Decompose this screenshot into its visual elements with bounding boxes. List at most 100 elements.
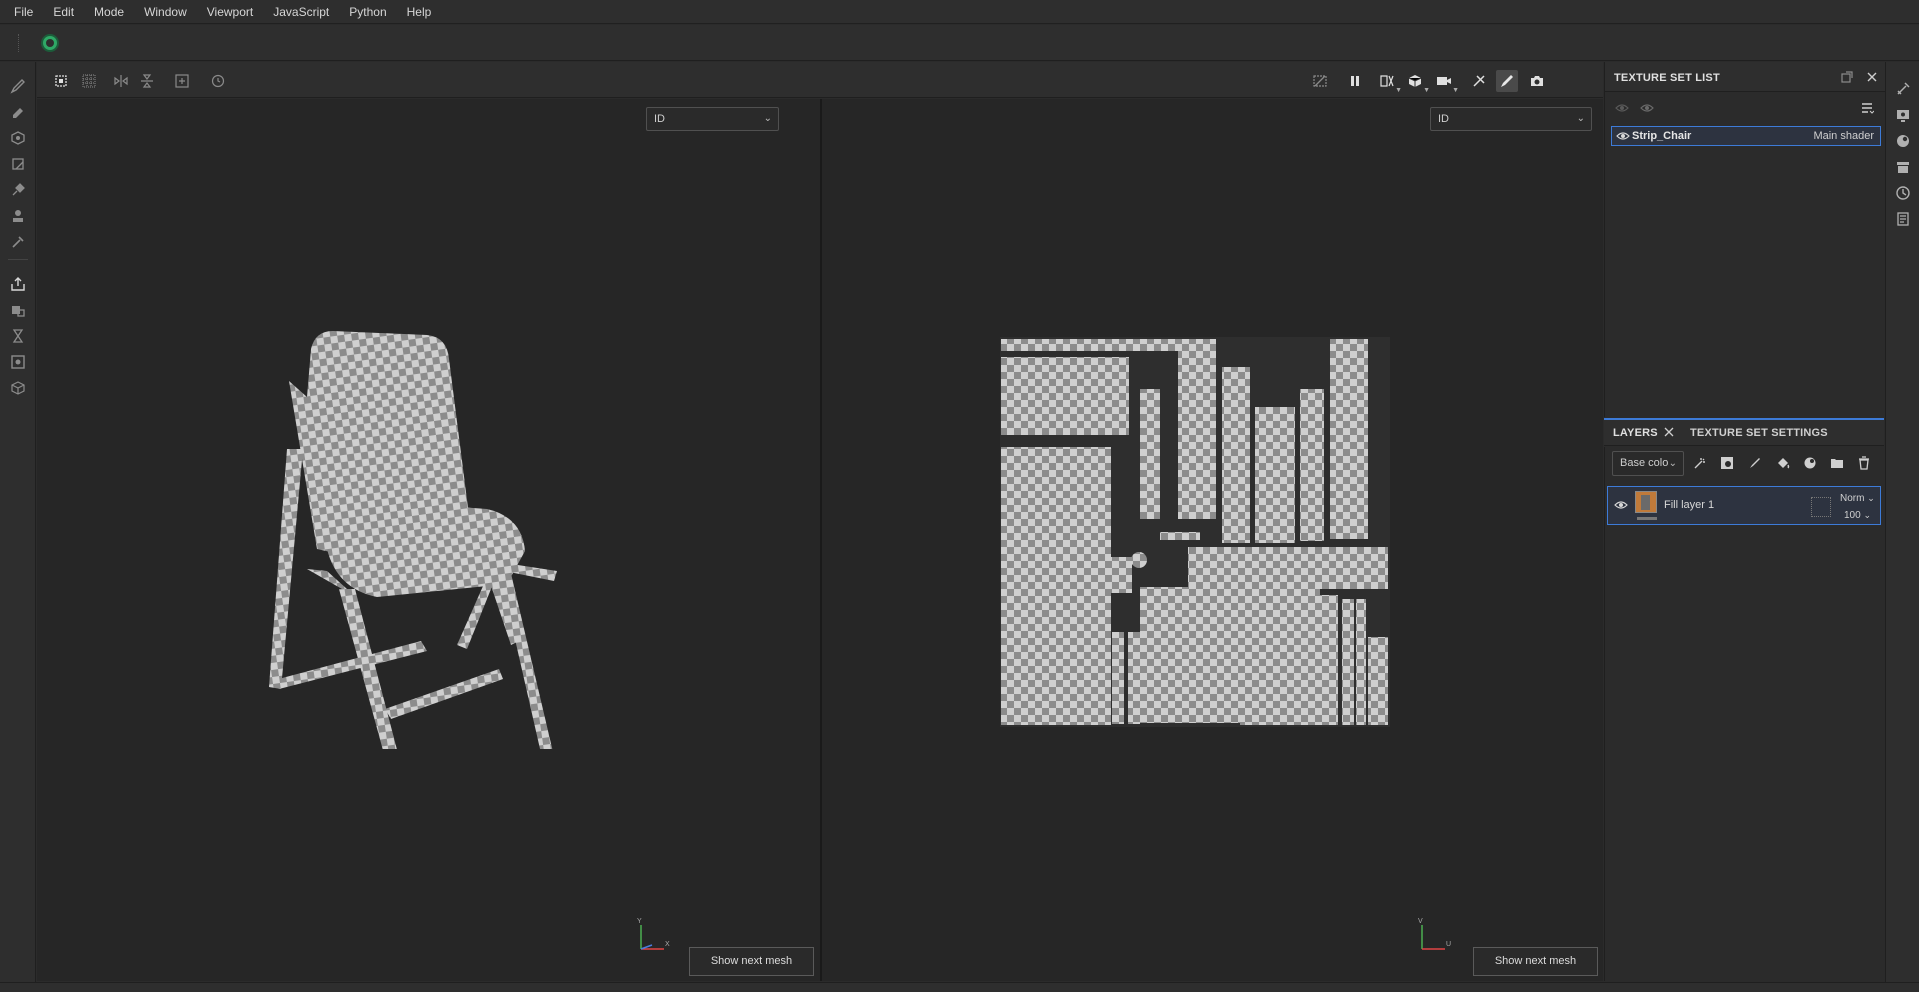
menu-file[interactable]: File <box>4 0 43 24</box>
menu-viewport[interactable]: Viewport <box>197 0 263 24</box>
chair-mesh-preview <box>269 331 557 749</box>
folder-icon[interactable] <box>1827 453 1847 473</box>
clone-stamp-icon[interactable] <box>8 206 28 226</box>
bake-icon[interactable] <box>8 300 28 320</box>
axis-x-label: X <box>665 941 670 948</box>
mask-placeholder[interactable] <box>1811 497 1831 517</box>
mesh-icon[interactable] <box>8 378 28 398</box>
add-smart-material-icon[interactable] <box>1800 453 1820 473</box>
axis-u-label: U <box>1446 941 1451 948</box>
opacity-value: 100 <box>1844 510 1861 521</box>
texture-set-list-panel: TEXTURE SET LIST Strip_Chair Main shader <box>1604 62 1885 417</box>
eye-icon[interactable] <box>1616 129 1630 143</box>
grid-icon[interactable] <box>78 70 100 92</box>
close-icon[interactable] <box>1662 425 1676 439</box>
smudge-icon[interactable] <box>8 180 28 200</box>
close-icon[interactable] <box>1862 67 1882 87</box>
channel-select-value: Base colo <box>1620 457 1669 469</box>
add-effect-icon[interactable] <box>1690 453 1710 473</box>
list-settings-icon[interactable] <box>1857 98 1877 118</box>
view-mode-icon[interactable]: ▼ <box>1376 70 1402 94</box>
shelf-icon[interactable] <box>1894 158 1912 176</box>
chevron-down-icon: ⌄ <box>1863 510 1872 520</box>
uv-layout-preview <box>1000 337 1390 727</box>
display-settings-icon[interactable] <box>1894 106 1912 124</box>
context-toolbar <box>0 25 1919 61</box>
properties-icon[interactable] <box>1894 80 1912 98</box>
texture-set-name: Strip_Chair <box>1632 130 1692 142</box>
shader-settings-icon[interactable] <box>1894 132 1912 150</box>
opacity-field[interactable]: 100 ⌄ <box>1844 510 1871 521</box>
app-logo-icon[interactable] <box>41 34 59 52</box>
tab-texture-set-settings[interactable]: TEXTURE SET SETTINGS <box>1690 427 1828 439</box>
menu-javascript[interactable]: JavaScript <box>263 0 339 24</box>
status-bar <box>0 982 1919 992</box>
reset-rotation-icon[interactable] <box>207 70 229 92</box>
layer-name[interactable]: Fill layer 1 <box>1664 499 1714 511</box>
right-dock-strip <box>1885 62 1919 982</box>
toolbar-grip[interactable] <box>18 34 20 52</box>
chevron-down-icon: ⌄ <box>1668 458 1677 469</box>
dropdown-value: ID <box>1438 113 1449 125</box>
eye-icon[interactable] <box>1637 98 1657 118</box>
chevron-down-icon: ⌄ <box>1576 113 1585 124</box>
undock-icon[interactable] <box>1837 67 1857 87</box>
export-icon[interactable] <box>8 274 28 294</box>
add-paint-layer-icon[interactable] <box>1745 453 1765 473</box>
eraser-icon[interactable] <box>8 102 28 122</box>
texture-set-row[interactable]: Strip_Chair Main shader <box>1611 126 1881 146</box>
texture-set-list-header: TEXTURE SET LIST <box>1605 62 1885 92</box>
mirror-y-icon[interactable] <box>136 70 158 92</box>
panel-title: TEXTURE SET LIST <box>1614 72 1720 84</box>
symmetry-icon[interactable] <box>1468 70 1490 92</box>
axis-gizmo-2d: V U <box>1418 918 1451 950</box>
show-next-mesh-map-button-3d[interactable]: Show next mesh map <box>689 947 814 992</box>
axis-y-label: Y <box>637 918 642 925</box>
layer-row[interactable]: Fill layer 1 Norm ⌄ 100 ⌄ <box>1607 486 1881 525</box>
add-square-icon[interactable] <box>171 70 193 92</box>
camera-icon[interactable]: ▼ <box>1433 70 1459 94</box>
tab-layers[interactable]: LAYERS <box>1613 427 1658 439</box>
axis-gizmo-3d: Y X <box>637 918 670 950</box>
log-icon[interactable] <box>1894 210 1912 228</box>
select-all-icon[interactable] <box>50 70 72 92</box>
eye-icon[interactable] <box>1614 498 1628 512</box>
screenshot-camera-icon[interactable] <box>1526 70 1548 92</box>
history-icon[interactable] <box>1894 184 1912 202</box>
screenshot-icon[interactable] <box>8 352 28 372</box>
paint-mode-icon[interactable] <box>1496 70 1518 92</box>
channel-dropdown-3d[interactable]: ID ⌄ <box>646 107 779 131</box>
blend-mode-select[interactable]: Norm ⌄ <box>1840 493 1875 504</box>
cube-icon[interactable]: ▼ <box>1404 70 1430 94</box>
viewport-3d[interactable]: ID ⌄ Y X Show next mesh <box>37 99 820 992</box>
trash-icon[interactable] <box>1854 453 1874 473</box>
viewport-2d[interactable]: ID ⌄ V U Show next mesh <box>822 99 1603 992</box>
mirror-x-icon[interactable] <box>110 70 132 92</box>
menu-mode[interactable]: Mode <box>84 0 134 24</box>
layer-thumbnail-bar <box>1637 517 1657 520</box>
toolbar-separator <box>8 259 28 260</box>
chevron-down-icon: ⌄ <box>1867 493 1875 503</box>
projection-icon[interactable] <box>8 128 28 148</box>
layer-thumbnail[interactable] <box>1635 491 1657 513</box>
history-icon[interactable] <box>8 326 28 346</box>
pause-icon[interactable] <box>1344 70 1366 92</box>
channel-select[interactable]: Base colo ⌄ <box>1612 451 1684 476</box>
polygon-fill-icon[interactable] <box>8 154 28 174</box>
paint-brush-icon[interactable] <box>8 76 28 96</box>
dropdown-value: ID <box>654 113 665 125</box>
add-mask-icon[interactable] <box>1717 453 1737 473</box>
menu-python[interactable]: Python <box>339 0 396 24</box>
color-picker-icon[interactable] <box>8 232 28 252</box>
channel-dropdown-2d[interactable]: ID ⌄ <box>1430 107 1592 131</box>
hide-all-icon[interactable] <box>1612 98 1632 118</box>
menu-help[interactable]: Help <box>397 0 442 24</box>
add-fill-layer-icon[interactable] <box>1773 453 1793 473</box>
blend-mode-value: Norm <box>1840 493 1865 504</box>
menu-edit[interactable]: Edit <box>43 0 84 24</box>
axis-v-label: V <box>1418 918 1423 925</box>
menu-window[interactable]: Window <box>134 0 197 24</box>
show-next-mesh-map-button-2d[interactable]: Show next mesh map <box>1473 947 1598 992</box>
hide-ui-icon[interactable] <box>1309 70 1331 92</box>
shader-name[interactable]: Main shader <box>1813 130 1874 142</box>
